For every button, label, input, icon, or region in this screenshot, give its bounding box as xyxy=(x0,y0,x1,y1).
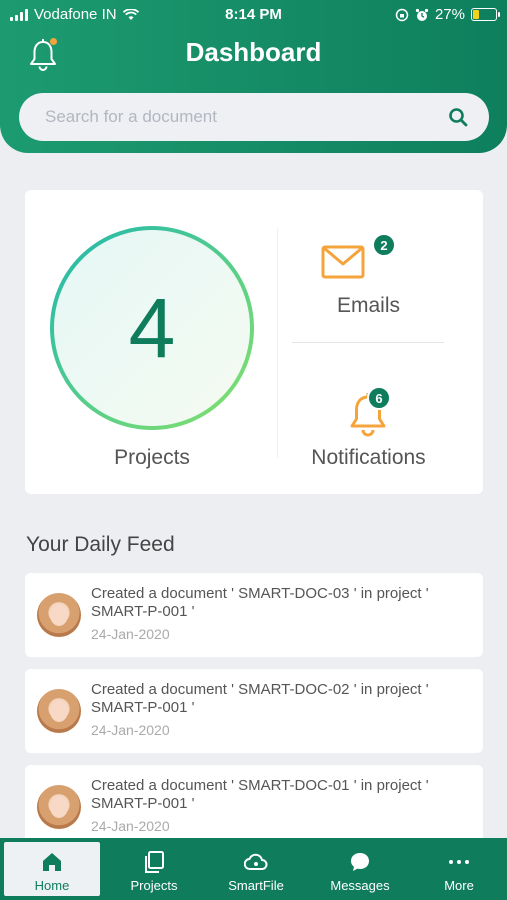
avatar xyxy=(37,593,81,637)
smartfile-icon xyxy=(244,853,268,870)
horizontal-divider xyxy=(292,342,444,343)
projects-icon xyxy=(145,851,164,873)
feed-item[interactable]: Created a document ' SMART-DOC-02 ' in p… xyxy=(25,669,483,753)
search-icon[interactable] xyxy=(448,107,468,127)
nav-messages-label: Messages xyxy=(330,878,390,893)
notifications-label[interactable]: Notifications xyxy=(280,446,457,470)
nav-more-label: More xyxy=(444,878,474,893)
battery-percent: 27% xyxy=(434,6,465,23)
feed-item-text: Created a document ' SMART-DOC-01 ' in p… xyxy=(91,777,429,812)
feed-item-text: Created a document ' SMART-DOC-03 ' in p… xyxy=(91,585,429,620)
battery-icon xyxy=(471,8,500,21)
home-icon xyxy=(43,853,61,871)
feed-item[interactable]: Created a document ' SMART-DOC-03 ' in p… xyxy=(25,573,483,657)
projects-count: 4 xyxy=(54,230,250,426)
vertical-divider xyxy=(277,228,278,458)
nav-smartfile-label: SmartFile xyxy=(228,878,284,893)
rotation-lock-icon xyxy=(395,8,409,21)
feed-item-date: 24-Jan-2020 xyxy=(91,626,170,642)
alarm-icon xyxy=(415,8,429,21)
search-input[interactable] xyxy=(19,93,489,141)
bottom-nav: Home Projects SmartFile Messages More xyxy=(0,838,507,900)
page-title: Dashboard xyxy=(185,37,322,67)
notifications-badge: 6 xyxy=(367,386,391,410)
feed-item[interactable]: Created a document ' SMART-DOC-01 ' in p… xyxy=(25,765,483,849)
projects-label: Projects xyxy=(114,446,190,469)
avatar xyxy=(37,785,81,829)
nav-home-label: Home xyxy=(34,878,70,893)
nav-more[interactable]: More xyxy=(412,838,506,900)
emails-badge: 2 xyxy=(372,233,396,257)
messages-icon xyxy=(351,853,369,871)
feed-title: Your Daily Feed xyxy=(26,533,175,556)
status-bar: Vodafone IN 8:14 PM 27% xyxy=(0,0,507,28)
nav-projects[interactable]: Projects xyxy=(106,838,202,900)
nav-messages[interactable]: Messages xyxy=(310,838,410,900)
emails-label[interactable]: Emails xyxy=(280,294,457,318)
feed-item-date: 24-Jan-2020 xyxy=(91,722,170,738)
nav-home[interactable]: Home xyxy=(4,842,100,896)
nav-smartfile[interactable]: SmartFile xyxy=(208,838,304,900)
projects-count-ring[interactable]: 4 xyxy=(50,226,254,430)
feed-item-text: Created a document ' SMART-DOC-02 ' in p… xyxy=(91,681,429,716)
mail-icon[interactable] xyxy=(321,243,365,279)
feed-item-date: 24-Jan-2020 xyxy=(91,818,170,834)
avatar xyxy=(37,689,81,733)
more-icon xyxy=(449,860,469,864)
nav-projects-label: Projects xyxy=(130,878,178,893)
